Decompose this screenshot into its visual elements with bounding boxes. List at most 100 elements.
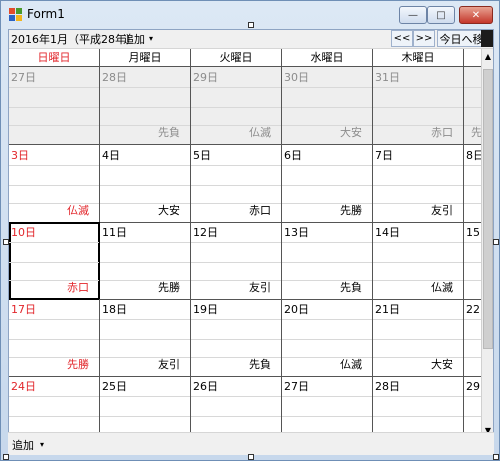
weekday-header-cell: 水曜日: [282, 49, 373, 66]
calendar-day-cell[interactable]: 17日 先勝: [9, 299, 100, 377]
rokuyo-label: 赤口: [67, 281, 89, 294]
day-number: 11日: [102, 226, 127, 239]
resize-handle[interactable]: [248, 22, 254, 28]
day-number: 20日: [284, 303, 309, 316]
calendar-day-cell[interactable]: 18日友引: [100, 299, 191, 377]
calendar-day-cell[interactable]: 26日: [191, 376, 282, 439]
day-number: 25日: [102, 380, 127, 393]
rokuyo-label: 仏滅: [431, 281, 453, 294]
rokuyo-label: 先負: [249, 358, 271, 371]
close-button[interactable]: ✕: [459, 6, 493, 24]
calendar-day-cell[interactable]: 15日: [464, 222, 481, 300]
rokuyo-label: 赤口: [431, 126, 453, 139]
calendar-day-cell[interactable]: 11日先勝: [100, 222, 191, 300]
calendar-day-cell[interactable]: 7日友引: [373, 145, 464, 223]
calendar-grid: 日曜日 月曜日 火曜日 水曜日 木曜日 27日 28日 先負 29日 仏滅 30日 大安 31日 赤口先…: [9, 49, 481, 439]
resize-handle[interactable]: [248, 454, 254, 460]
rokuyo-label: 友引: [158, 358, 180, 371]
rokuyo-label: 大安: [340, 126, 362, 139]
calendar-day-cell[interactable]: 29日 仏滅: [191, 67, 282, 145]
day-number: 13日: [284, 226, 309, 239]
weekday-header-cell: 火曜日: [191, 49, 282, 66]
calendar-day-cell[interactable]: 5日赤口: [191, 145, 282, 223]
overflow-grip-icon[interactable]: [481, 30, 493, 47]
day-number: 12日: [193, 226, 218, 239]
rokuyo-label: 先勝: [471, 126, 481, 139]
day-number: 27日: [11, 71, 36, 84]
current-month-label: 2016年1月（平成28年）: [11, 33, 137, 46]
calendar-day-cell[interactable]: 先勝: [464, 67, 481, 145]
calendar-day-cell[interactable]: 12日友引: [191, 222, 282, 300]
calendar-day-cell[interactable]: 4日 大安: [100, 145, 191, 223]
rokuyo-label: 先勝: [158, 281, 180, 294]
day-number: 5日: [193, 149, 211, 162]
day-number: 24日: [11, 380, 36, 393]
calendar-day-cell[interactable]: 21日大安: [373, 299, 464, 377]
app-icon: [9, 8, 22, 21]
calendar-day-cell[interactable]: 28日: [373, 376, 464, 439]
bottom-dropdown-arrow-icon[interactable]: ▾: [40, 440, 44, 449]
bottom-add-button[interactable]: 追加: [12, 437, 34, 453]
day-number: 15日: [466, 226, 481, 239]
rokuyo-label: 先負: [158, 126, 180, 139]
calendar-day-cell[interactable]: 24日: [9, 376, 100, 439]
day-number: 7日: [375, 149, 393, 162]
rokuyo-label: 赤口: [249, 204, 271, 217]
calendar-day-cell[interactable]: 8日: [464, 145, 481, 223]
dropdown-arrow-icon[interactable]: ▾: [149, 34, 153, 43]
next-month-button[interactable]: >>: [413, 30, 435, 47]
day-number: 18日: [102, 303, 127, 316]
client-area: 2016年1月（平成28年） 追加 ▾ << >> 今日へ移動 日曜日 月曜日 火曜…: [8, 29, 494, 455]
day-number: 29日: [466, 380, 481, 393]
rokuyo-label: 先勝: [340, 204, 362, 217]
app-window: Form1 — □ ✕ 2016年1月（平成28年） 追加 ▾ << >> 今日…: [0, 0, 500, 461]
resize-handle[interactable]: [3, 239, 9, 245]
prev-month-button[interactable]: <<: [391, 30, 413, 47]
calendar-day-cell[interactable]: 20日仏滅: [282, 299, 373, 377]
maximize-button[interactable]: □: [427, 6, 455, 24]
day-number: 3日: [11, 149, 29, 162]
window-title: Form1: [27, 7, 65, 21]
day-number: 26日: [193, 380, 218, 393]
weekday-header-cell: [464, 49, 481, 66]
day-number: 4日: [102, 149, 120, 162]
rokuyo-label: 友引: [249, 281, 271, 294]
day-number: 8日: [466, 149, 481, 162]
rokuyo-label: 大安: [431, 358, 453, 371]
resize-handle[interactable]: [3, 454, 9, 460]
day-number: 22日: [466, 303, 481, 316]
day-number: 27日: [284, 380, 309, 393]
add-menu-button[interactable]: 追加: [123, 31, 145, 47]
weekday-header-cell: 日曜日: [9, 49, 100, 66]
day-number: 10日: [11, 226, 36, 239]
day-number: 21日: [375, 303, 400, 316]
rokuyo-label: 仏滅: [249, 126, 271, 139]
calendar-day-cell[interactable]: 30日 大安: [282, 67, 373, 145]
calendar-day-cell[interactable]: 3日 仏滅: [9, 145, 100, 223]
calendar-day-cell[interactable]: 27日: [9, 67, 100, 145]
calendar-day-cell[interactable]: 31日 赤口: [373, 67, 464, 145]
minimize-button[interactable]: —: [399, 6, 427, 24]
day-number: 28日: [102, 71, 127, 84]
top-toolbar: 2016年1月（平成28年） 追加 ▾ << >> 今日へ移動: [9, 30, 493, 49]
calendar-day-cell[interactable]: 22日: [464, 299, 481, 377]
resize-handle[interactable]: [493, 454, 499, 460]
day-number: 6日: [284, 149, 302, 162]
calendar-day-cell[interactable]: 19日先負: [191, 299, 282, 377]
calendar-day-cell[interactable]: 25日: [100, 376, 191, 439]
calendar-day-cell[interactable]: 28日先負: [100, 67, 191, 145]
scroll-up-icon[interactable]: ▲: [482, 49, 493, 65]
calendar-day-cell[interactable]: 29日: [464, 376, 481, 439]
rokuyo-label: 友引: [431, 204, 453, 217]
rokuyo-label: 先勝: [67, 358, 89, 371]
calendar-day-cell[interactable]: 10日赤口: [9, 222, 100, 300]
calendar-day-cell[interactable]: 14日 仏滅: [373, 222, 464, 300]
weekday-header: 日曜日 月曜日 火曜日 水曜日 木曜日: [9, 49, 481, 67]
vertical-scroll-thumb[interactable]: [483, 69, 493, 349]
calendar-day-cell[interactable]: 27日: [282, 376, 373, 439]
day-number: 19日: [193, 303, 218, 316]
resize-handle[interactable]: [493, 239, 499, 245]
calendar-day-cell[interactable]: 6日先勝: [282, 145, 373, 223]
calendar-day-cell[interactable]: 13日 先負: [282, 222, 373, 300]
rokuyo-label: 仏滅: [340, 358, 362, 371]
